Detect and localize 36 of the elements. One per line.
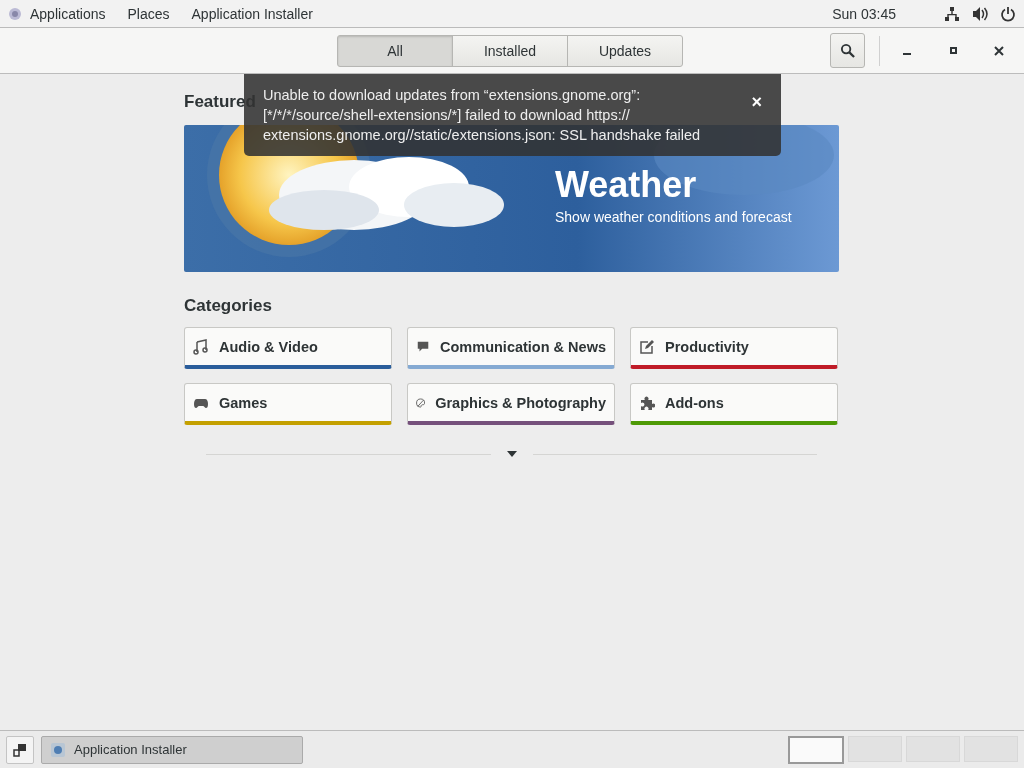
expand-arrow-icon[interactable] [506,451,517,457]
edit-icon [639,338,655,355]
notification-message: Unable to download updates from “extensions.gnome.org”: [*/*/*/source/shell-extensions/*] failed to download https:// extensions.gnome.org//static/extensions.json: SSL handshake failed [263,86,702,145]
app-description: Show weather conditions and forecast [555,208,792,225]
clock[interactable]: Sun 03:45 [832,5,896,22]
volume-icon[interactable] [972,5,988,22]
minimize-icon [903,52,911,55]
section-heading: Categories [184,296,273,316]
category-tile[interactable]: Audio & Video [184,327,392,369]
taskbar-window-button[interactable]: Application Installer [41,735,303,764]
music-note-icon [193,338,209,355]
applications-menu[interactable]: Applications [30,5,106,22]
app-icon [50,741,66,758]
search-icon [840,43,855,58]
app-menu[interactable]: Application Installer [191,5,313,22]
network-icon[interactable] [944,5,960,22]
close-icon [994,45,1004,56]
windows-icon [13,742,27,757]
view-tab[interactable]: Updates [567,35,683,67]
workspace-switcher[interactable] [788,735,844,764]
app-title: Weather [555,165,698,205]
search-button[interactable] [830,33,865,68]
view-tab[interactable]: Installed [452,35,568,67]
power-icon[interactable] [1000,5,1016,22]
category-tile[interactable]: Communication & News [407,327,615,369]
category-tile[interactable]: Games [184,383,392,425]
places-menu[interactable]: Places [127,5,170,22]
category-tile[interactable]: Graphics & Photography [407,383,615,425]
category-tile[interactable]: Productivity [630,327,838,369]
gnome-foot-icon [8,6,22,21]
puzzle-piece-icon [639,394,655,411]
close-button[interactable]: × [749,92,764,113]
show-desktop-button[interactable] [6,735,34,764]
category-tile[interactable]: Add-ons [630,383,838,425]
maximize-icon [949,47,957,54]
view-tab[interactable]: All [337,35,453,67]
